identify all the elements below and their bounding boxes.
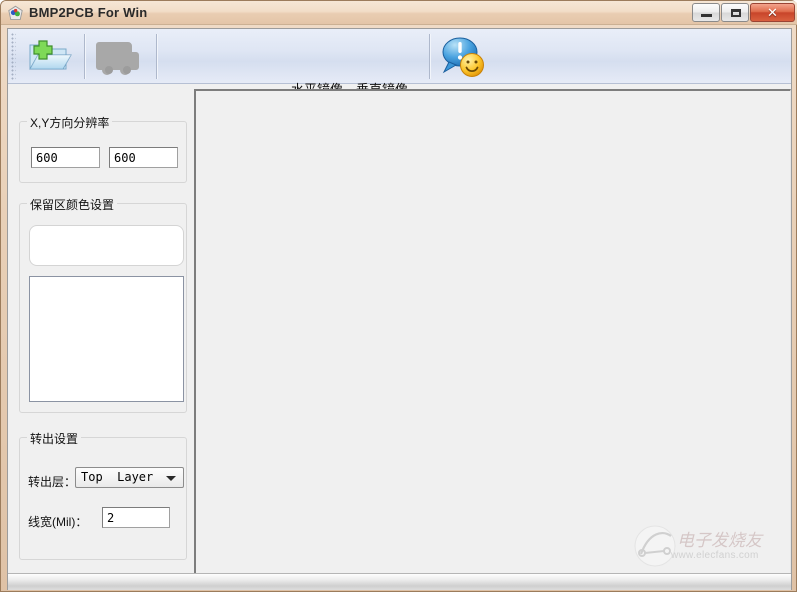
chevron-down-icon [166,476,176,481]
toolbar: 水平镜像 垂直镜像 [8,29,791,97]
image-canvas[interactable] [194,89,791,590]
resolution-group-title: X,Y方向分辨率 [27,114,113,131]
open-file-button[interactable] [19,32,79,81]
maximize-button[interactable] [721,3,749,22]
close-icon: ✕ [767,5,778,20]
about-info-icon [442,37,484,77]
color-list[interactable] [29,276,184,402]
toolbar-grip[interactable] [11,33,16,80]
app-icon [8,5,23,21]
close-button[interactable]: ✕ [750,3,795,22]
toolbar-separator-2 [156,34,157,79]
window-title: BMP2PCB For Win [29,5,148,20]
toolbar-separator-1 [84,34,85,79]
about-button[interactable] [435,32,491,81]
status-bar [8,573,791,590]
export-group: 转出设置 [19,430,187,560]
client-area: 水平镜像 垂直镜像 [7,28,792,590]
toolbar-separator-3 [429,34,430,79]
open-folder-add-icon [29,40,72,70]
export-layer-select[interactable]: Top Layer [75,467,184,488]
color-swatch[interactable] [29,225,184,266]
export-group-title: 转出设置 [27,430,82,447]
minimize-button[interactable] [692,3,720,22]
export-layer-value: Top Layer [81,470,154,484]
window-controls: ✕ [691,3,795,23]
maximize-icon [731,9,741,17]
title-bar[interactable]: BMP2PCB For Win ✕ [1,1,797,25]
convert-button[interactable] [90,32,150,81]
settings-panel: X,Y方向分辨率 600 600 保留区颜色设置 转出设置 转出层： Top L… [8,85,194,590]
minimize-icon [701,14,712,17]
line-width-label: 线宽(Mil)： [28,515,88,529]
reserved-color-group-title: 保留区颜色设置 [27,196,118,213]
convert-disabled-icon [96,41,139,75]
resolution-y-input[interactable]: 600 [109,147,178,168]
resolution-x-input[interactable]: 600 [31,147,100,168]
line-width-input[interactable]: 2 [102,507,170,528]
export-layer-label: 转出层： [28,475,77,489]
application-window: BMP2PCB For Win ✕ X,Y方向分辨率 600 600 保留区颜色… [0,0,797,592]
